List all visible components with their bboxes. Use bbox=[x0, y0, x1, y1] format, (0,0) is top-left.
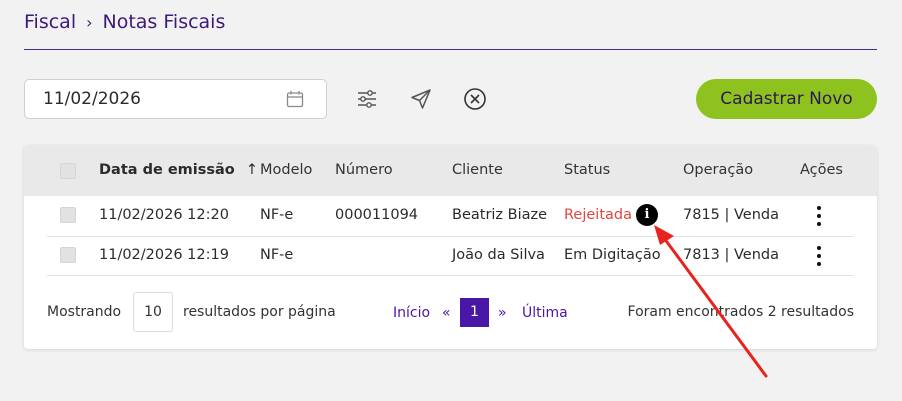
pager-next-link[interactable]: » bbox=[498, 305, 507, 321]
row-date: 11/02/2026 12:20 bbox=[99, 207, 229, 223]
row-model: NF-e bbox=[260, 207, 294, 223]
row-divider bbox=[47, 275, 854, 276]
row-actions-menu-icon[interactable] bbox=[816, 246, 822, 268]
column-header-operation: Operação bbox=[683, 162, 754, 178]
per-page-label: resultados por página bbox=[183, 304, 336, 320]
showing-label: Mostrando bbox=[47, 304, 122, 320]
close-circle-icon[interactable] bbox=[463, 87, 487, 111]
status-badge: Rejeitada bbox=[564, 207, 632, 223]
breadcrumb: Fiscal › Notas Fiscais bbox=[24, 11, 225, 33]
column-header-client: Cliente bbox=[452, 162, 503, 178]
pager-last-link[interactable]: Última bbox=[522, 305, 568, 321]
row-divider bbox=[47, 236, 854, 237]
send-icon[interactable] bbox=[409, 87, 433, 111]
results-count: Foram encontrados 2 resultados bbox=[627, 304, 854, 320]
row-operation: 7815 | Venda bbox=[683, 207, 779, 223]
date-filter-field[interactable] bbox=[24, 79, 327, 119]
title-divider bbox=[24, 49, 877, 50]
column-header-model: Modelo bbox=[260, 162, 313, 178]
sort-arrow-up-icon: ↑ bbox=[245, 162, 258, 178]
row-client: João da Silva bbox=[452, 247, 545, 263]
calendar-icon[interactable] bbox=[286, 90, 304, 108]
invoices-table-card: Data de emissão ↑ Modelo Número Cliente … bbox=[24, 145, 877, 349]
info-icon[interactable]: i bbox=[636, 204, 658, 226]
select-all-checkbox[interactable] bbox=[60, 163, 76, 179]
breadcrumb-root[interactable]: Fiscal bbox=[24, 11, 76, 33]
row-client: Beatriz Biaze bbox=[452, 207, 548, 223]
row-checkbox[interactable] bbox=[60, 247, 76, 263]
row-actions-menu-icon[interactable] bbox=[816, 206, 822, 228]
row-model: NF-e bbox=[260, 247, 294, 263]
sliders-icon[interactable] bbox=[355, 87, 379, 111]
breadcrumb-separator-icon: › bbox=[86, 12, 93, 32]
page-size-input[interactable]: 10 bbox=[133, 292, 173, 332]
row-date: 11/02/2026 12:19 bbox=[99, 247, 229, 263]
table-header: Data de emissão ↑ Modelo Número Cliente … bbox=[24, 145, 877, 196]
column-header-number: Número bbox=[335, 162, 393, 178]
row-number: 000011094 bbox=[335, 207, 419, 223]
toolbar: Cadastrar Novo bbox=[24, 79, 877, 119]
column-header-date-label: Data de emissão bbox=[99, 162, 235, 178]
row-checkbox[interactable] bbox=[60, 207, 76, 223]
date-input[interactable] bbox=[43, 80, 273, 118]
status-badge: Em Digitação bbox=[564, 247, 661, 263]
column-header-actions: Ações bbox=[800, 162, 843, 178]
page-title: Notas Fiscais bbox=[102, 11, 226, 33]
pager-first-link[interactable]: Início bbox=[393, 305, 430, 321]
pager-current-page[interactable]: 1 bbox=[460, 298, 489, 327]
column-header-date[interactable]: Data de emissão ↑ bbox=[99, 162, 258, 178]
column-header-status: Status bbox=[564, 162, 611, 178]
row-operation: 7813 | Venda bbox=[683, 247, 779, 263]
add-new-button[interactable]: Cadastrar Novo bbox=[696, 79, 877, 119]
pager-prev-link[interactable]: « bbox=[442, 305, 451, 321]
